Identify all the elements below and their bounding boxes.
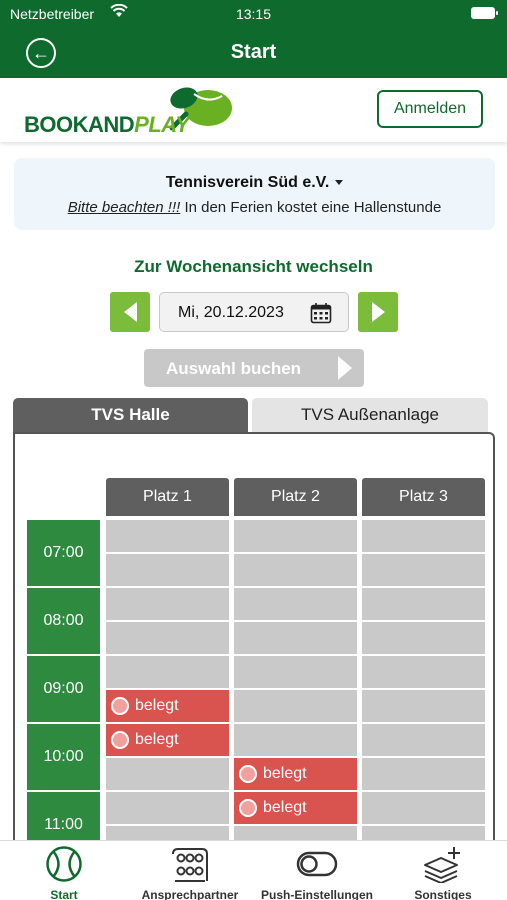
- club-selector[interactable]: Tennisverein Süd e.V.: [14, 174, 495, 192]
- court-header: Platz 3: [362, 478, 485, 516]
- hour-label: 10:00: [27, 724, 100, 790]
- tab-tvs-aussenanlage[interactable]: TVS Außenanlage: [252, 398, 488, 432]
- book-selection-label: Auswahl buchen: [166, 359, 302, 378]
- free-slot[interactable]: [106, 758, 229, 790]
- tab-label: Start: [50, 888, 78, 900]
- free-slot[interactable]: [362, 554, 485, 586]
- clock: 13:15: [235, 6, 272, 22]
- club-name: Tennisverein Süd e.V.: [165, 174, 330, 191]
- tab-start[interactable]: Start: [1, 845, 127, 900]
- tennis-ball-icon: [46, 846, 82, 882]
- court-header: Platz 2: [234, 478, 357, 516]
- tab-label: Sonstiges: [414, 888, 472, 900]
- nav-bar: ← Start: [0, 28, 507, 78]
- free-slot[interactable]: [362, 622, 485, 654]
- free-slot[interactable]: [362, 792, 485, 824]
- court-header: Platz 1: [106, 478, 229, 516]
- booked-label: belegt: [263, 799, 307, 816]
- status-bar: Netzbetreiber 13:15: [0, 0, 507, 28]
- date-picker[interactable]: Mi, 20.12.2023: [159, 292, 349, 332]
- tab-tvs-halle[interactable]: TVS Halle: [13, 398, 248, 432]
- battery-icon: [471, 7, 498, 19]
- booked-dot-icon: [239, 765, 257, 783]
- free-slot[interactable]: [234, 724, 357, 756]
- free-slot[interactable]: [362, 690, 485, 722]
- logo-text-book: BOOKAND: [24, 112, 135, 137]
- tab-label: Ansprechpartner: [141, 888, 239, 900]
- free-slot[interactable]: [362, 588, 485, 620]
- free-slot[interactable]: [234, 554, 357, 586]
- free-slot[interactable]: [106, 520, 229, 552]
- booked-slot[interactable]: belegt: [106, 690, 229, 722]
- booked-dot-icon: [111, 697, 129, 715]
- booked-slot[interactable]: belegt: [234, 758, 357, 790]
- book-selection-button[interactable]: Auswahl buchen: [144, 349, 364, 387]
- next-day-button[interactable]: [358, 292, 398, 332]
- free-slot[interactable]: [106, 588, 229, 620]
- caret-down-icon: [335, 180, 344, 186]
- tab-sonstiges[interactable]: Sonstiges: [380, 845, 506, 900]
- play-arrow-icon: [338, 356, 352, 380]
- booked-label: belegt: [135, 697, 179, 714]
- people-icon: [172, 848, 208, 882]
- tab-ansprechpartner[interactable]: Ansprechpartner: [127, 845, 253, 900]
- date-value: Mi, 20.12.2023: [178, 304, 284, 321]
- club-info-box: Tennisverein Süd e.V. Bitte beachten !!!…: [14, 158, 495, 230]
- logo-text-play: PLAY: [134, 112, 190, 137]
- arrow-right-icon: [371, 302, 385, 322]
- free-slot[interactable]: [106, 554, 229, 586]
- free-slot[interactable]: [234, 656, 357, 688]
- free-slot[interactable]: [362, 724, 485, 756]
- hour-label: 07:00: [27, 520, 100, 586]
- free-slot[interactable]: [106, 792, 229, 824]
- week-view-link[interactable]: Zur Wochenansicht wechseln: [0, 257, 507, 277]
- booked-slot[interactable]: belegt: [234, 792, 357, 824]
- booked-label: belegt: [263, 765, 307, 782]
- booked-label: belegt: [135, 731, 179, 748]
- tab-label: Push-Einstellungen: [260, 888, 373, 900]
- hour-label: 09:00: [27, 656, 100, 722]
- notice-emphasis: Bitte beachten !!!: [67, 199, 181, 216]
- brand-bar: BOOKANDPLAY Anmelden: [0, 78, 507, 142]
- free-slot[interactable]: [234, 588, 357, 620]
- booked-dot-icon: [111, 731, 129, 749]
- toggle-icon: [296, 851, 338, 877]
- court-schedule: Platz 1 Platz 2 Platz 3 07:00 08:00 09:00 10:0…: [13, 432, 495, 852]
- arrow-left-icon: [123, 302, 137, 322]
- previous-day-button[interactable]: [110, 292, 150, 332]
- bottom-tab-bar: Start Ansprechpartner Push-Einstellungen: [0, 840, 507, 900]
- club-notice: Bitte beachten !!! In den Ferien kostet …: [14, 199, 495, 216]
- free-slot[interactable]: [362, 656, 485, 688]
- free-slot[interactable]: [106, 622, 229, 654]
- tab-push-einstellungen[interactable]: Push-Einstellungen: [254, 845, 380, 900]
- page-title: Start: [230, 41, 277, 63]
- login-button[interactable]: Anmelden: [377, 90, 483, 128]
- free-slot[interactable]: [234, 520, 357, 552]
- notice-text: In den Ferien kostet eine Hallenstunde: [180, 199, 442, 216]
- free-slot[interactable]: [234, 690, 357, 722]
- date-navigation: Mi, 20.12.2023: [0, 292, 507, 332]
- free-slot[interactable]: [234, 622, 357, 654]
- free-slot[interactable]: [106, 656, 229, 688]
- free-slot[interactable]: [362, 520, 485, 552]
- hour-label: 08:00: [27, 588, 100, 654]
- bookandplay-logo: BOOKANDPLAY: [24, 84, 232, 138]
- booked-slot[interactable]: belegt: [106, 724, 229, 756]
- layers-plus-icon: [424, 847, 460, 883]
- calendar-icon: [310, 303, 332, 324]
- free-slot[interactable]: [362, 758, 485, 790]
- booked-dot-icon: [239, 799, 257, 817]
